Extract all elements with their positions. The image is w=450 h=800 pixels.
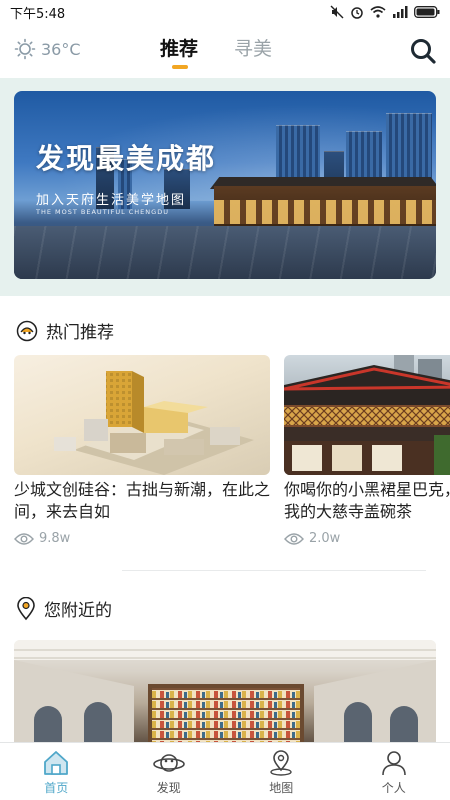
status-icons	[330, 5, 440, 19]
bottom-nav: 首页 发现 地图 个人	[0, 742, 450, 800]
location-pin-icon	[17, 596, 35, 620]
recommend-card[interactable]: 你喝你的小黑裙星巴克，我的大慈寺盖碗茶 2.0w	[284, 355, 450, 555]
card-views-count: 2.0w	[309, 531, 341, 546]
card-title-text: 你喝你的小黑裙星巴克，我的大慈寺盖碗茶	[284, 480, 450, 521]
nearby-section-header: 您附近的	[16, 596, 112, 621]
mute-icon	[330, 5, 344, 19]
user-icon	[381, 751, 406, 776]
signal-icon	[393, 6, 408, 18]
nearby-section-title: 您附近的	[44, 601, 112, 621]
card-views: 2.0w	[284, 531, 340, 546]
banner-section: 发现最美成都 加入天府生活美学地图 THE MOST BEAUTIFUL CHE…	[0, 78, 450, 296]
banner-subtitle: 加入天府生活美学地图	[36, 193, 187, 208]
status-bar: 下午5:48	[0, 0, 450, 24]
search-icon[interactable]	[408, 36, 438, 66]
banner-subtitle-en: THE MOST BEAUTIFUL CHENGDU	[36, 208, 169, 216]
banner-title: 发现最美成都	[36, 142, 217, 175]
top-header: 36°C 推荐 寻美	[0, 24, 450, 78]
planet-icon	[152, 754, 185, 772]
tab-explore-beauty-label: 寻美	[234, 38, 273, 60]
section-divider	[122, 570, 426, 571]
nav-home[interactable]: 首页	[0, 743, 113, 800]
nav-profile-label: 个人	[381, 781, 406, 795]
nav-map[interactable]: 地图	[225, 743, 338, 800]
card-image	[284, 355, 450, 475]
status-time: 下午5:48	[10, 6, 66, 22]
card-title: 你喝你的小黑裙星巴克，我的大慈寺盖碗茶	[284, 479, 450, 523]
nav-home-label: 首页	[44, 781, 69, 795]
card-views-count: 9.8w	[39, 531, 71, 546]
recommend-card[interactable]: 少城文创硅谷：古拙与新潮，在此之间，来去自如 9.8w	[14, 355, 274, 555]
banner-plaza	[14, 226, 436, 279]
map-pin-icon	[270, 750, 292, 776]
nearby-image-art	[14, 640, 436, 745]
banner-plaza-lines	[14, 226, 436, 279]
eye-icon	[14, 532, 34, 545]
card-image-art	[54, 371, 254, 475]
card-title: 少城文创硅谷：古拙与新潮，在此之间，来去自如	[14, 480, 271, 521]
card-views: 9.8w	[14, 531, 70, 546]
eye-icon	[284, 532, 304, 545]
tab-recommend[interactable]: 推荐	[160, 34, 199, 69]
nav-profile[interactable]: 个人	[338, 743, 450, 800]
tab-recommend-label: 推荐	[160, 38, 199, 60]
sun-icon	[14, 38, 36, 60]
card-image	[14, 355, 270, 475]
wifi-icon	[370, 6, 386, 18]
alarm-icon	[351, 7, 363, 19]
nav-discover-label: 发现	[156, 781, 181, 795]
banner-card[interactable]: 发现最美成都 加入天府生活美学地图 THE MOST BEAUTIFUL CHE…	[14, 91, 436, 279]
hot-badge-icon	[16, 320, 38, 341]
banner-lights	[214, 200, 436, 224]
hot-section-header: 热门推荐	[16, 318, 114, 343]
battery-icon	[414, 6, 440, 18]
tab-explore-beauty[interactable]: 寻美	[234, 34, 272, 68]
nav-map-label: 地图	[269, 781, 294, 795]
temperature: 36°C	[41, 39, 81, 59]
tab-active-indicator	[172, 65, 188, 69]
nav-discover[interactable]: 发现	[113, 743, 226, 800]
home-icon	[44, 751, 69, 775]
card-image-art	[284, 355, 450, 475]
hot-section-title: 热门推荐	[46, 323, 114, 343]
nearby-card-image[interactable]	[14, 640, 436, 745]
banner-lowrise	[214, 186, 436, 226]
weather-widget: 36°C	[14, 38, 81, 60]
top-tabs: 推荐 寻美	[160, 34, 272, 69]
